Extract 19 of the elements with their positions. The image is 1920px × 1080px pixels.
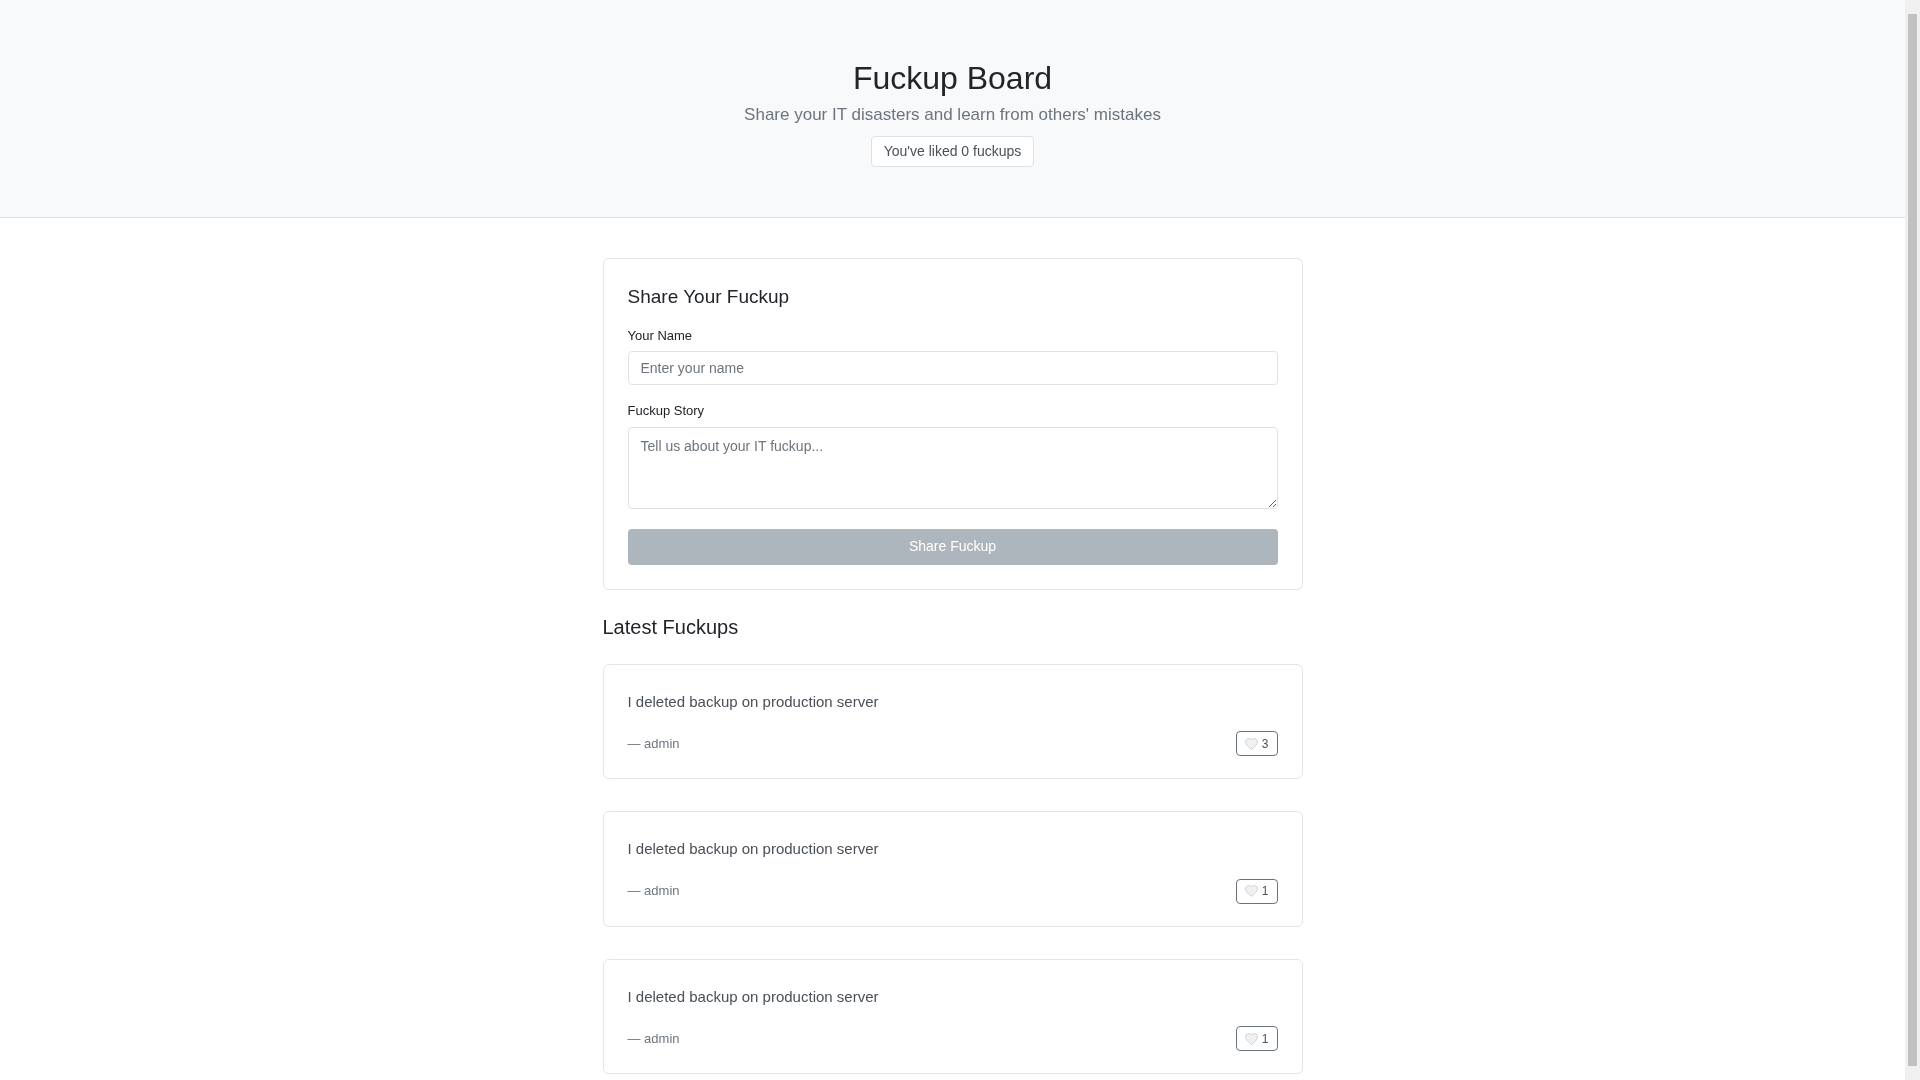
post-author: — admin	[627, 734, 680, 753]
story-text-area[interactable]: Tell us about your IT fuckup...	[627, 426, 1278, 509]
post-story: I deleted backup on production server	[627, 986, 880, 1007]
like-button[interactable]: 1	[1235, 878, 1278, 904]
form-title: Share Your Fuckup	[627, 285, 791, 309]
post-story: I deleted backup on production server	[627, 839, 880, 859]
story-label: Fuckup Story	[627, 402, 706, 420]
post-author: — admin	[627, 882, 680, 901]
name-input-field[interactable]: Enter your name	[627, 351, 1278, 385]
liked-count-badge: You've liked 0 fuckups	[870, 135, 1035, 167]
page-title: Fuckup Board	[852, 59, 1053, 98]
like-button[interactable]: 1	[1235, 1026, 1278, 1051]
post-story: I deleted backup on production server	[627, 691, 880, 712]
like-button[interactable]: 3	[1235, 731, 1278, 756]
section-title: Latest Fuckups	[602, 614, 740, 640]
scrollbar[interactable]	[1905, 0, 1920, 1080]
post-author: — admin	[627, 1029, 680, 1048]
page-subtitle: Share your IT disasters and learn from others' mistakes	[744, 104, 1161, 126]
name-label: Your Name	[627, 326, 694, 345]
